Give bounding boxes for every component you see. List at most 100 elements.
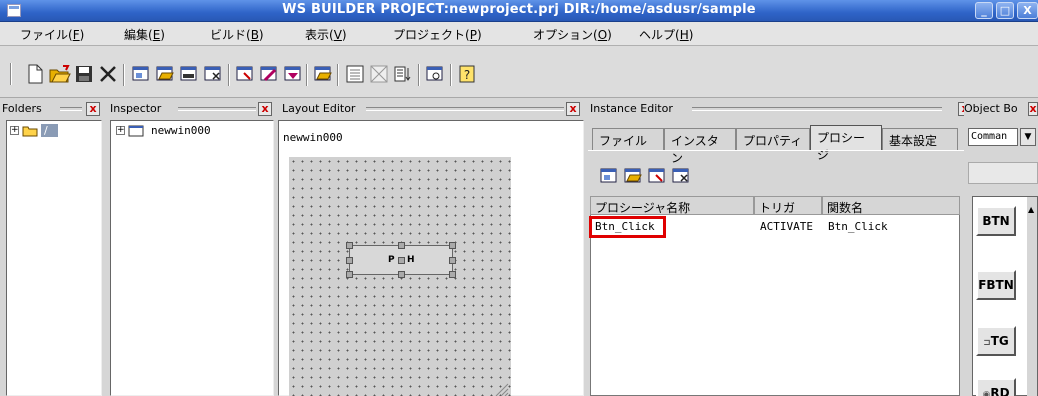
object-button-fbtn[interactable]: FBTN (976, 270, 1016, 300)
toolbar-separator (123, 64, 125, 86)
design-canvas[interactable]: P H (289, 157, 511, 396)
column-header-procedure-name[interactable]: プロシージャ名称 (590, 196, 754, 215)
tree-node-window[interactable]: + newwin000 (116, 124, 211, 137)
widget-label-2: H (407, 255, 415, 265)
resize-handle[interactable] (346, 271, 353, 278)
edit-procedure-icon[interactable] (646, 165, 668, 187)
layout-editor-title: Layout Editor (282, 102, 359, 115)
column-header-function[interactable]: 関数名 (822, 196, 960, 215)
open-folder-icon[interactable] (49, 63, 71, 85)
minimize-button[interactable]: _ (975, 2, 993, 19)
menu-file[interactable]: ファイル(F) (20, 26, 84, 43)
expand-icon[interactable]: + (10, 126, 19, 135)
menu-help[interactable]: ヘルプ(H) (639, 26, 693, 43)
instance-editor-title: Instance Editor (590, 102, 676, 115)
folder-select-icon[interactable] (312, 63, 334, 85)
trigger-cell: ACTIVATE (760, 220, 813, 233)
toolbar-separator (418, 64, 420, 86)
title-bar: WS BUILDER PROJECT:newproject.prj DIR:/h… (0, 0, 1038, 22)
resize-handle[interactable] (398, 257, 405, 264)
widget-label: P (388, 255, 395, 265)
resize-handle[interactable] (398, 271, 405, 278)
table-row[interactable]: Btn_Click ACTIVATE Btn_Click (589, 215, 960, 238)
layout-editor-close-icon[interactable]: x (566, 102, 580, 116)
tab-file[interactable]: ファイル (592, 128, 664, 150)
tree-node-root[interactable]: + / (10, 124, 58, 137)
layout-editor-header: Layout Editor x (276, 100, 584, 118)
menu-view[interactable]: 表示(V) (305, 26, 347, 43)
svg-text:?: ? (464, 68, 470, 82)
inspector-panel: Inspector x + newwin000 (104, 100, 276, 396)
tab-instance[interactable]: インスタン (664, 128, 736, 165)
window-select-icon[interactable] (202, 63, 224, 85)
object-box-close-icon[interactable]: x (1028, 102, 1038, 116)
open-procedure-icon[interactable] (622, 165, 644, 187)
grid-icon[interactable] (368, 63, 390, 85)
preview-icon[interactable] (424, 63, 446, 85)
selected-button-widget[interactable]: P H (346, 242, 456, 278)
menu-project[interactable]: プロジェクト(P) (393, 26, 482, 43)
resize-handle[interactable] (449, 257, 456, 264)
resize-handle[interactable] (449, 271, 456, 278)
resize-handle[interactable] (346, 257, 353, 264)
folder-icon (22, 126, 38, 136)
calendar-icon[interactable] (344, 63, 366, 85)
toolbar-separator (306, 64, 308, 86)
tab-basic-settings[interactable]: 基本設定 (882, 128, 958, 150)
resize-grip-icon[interactable] (493, 381, 509, 396)
category-select[interactable]: Comman (968, 128, 1018, 146)
object-box-panel: Object Bo x Comman ▼ ▲ BTN FBTN ⊐TG ◉RD (964, 100, 1038, 396)
object-button-tg[interactable]: ⊐TG (976, 326, 1016, 356)
panel-rule (366, 107, 564, 111)
close-button[interactable]: X (1017, 2, 1038, 19)
menu-edit[interactable]: 編集(E) (124, 26, 165, 43)
toolbar-separator (450, 64, 452, 86)
new-window-icon[interactable] (130, 63, 152, 85)
object-button-btn[interactable]: BTN (976, 206, 1016, 236)
chevron-down-icon[interactable]: ▼ (1020, 128, 1036, 146)
tab-properties[interactable]: プロパティ (736, 128, 810, 150)
inspector-close-icon[interactable]: x (258, 102, 272, 116)
panel-rule (60, 107, 82, 111)
folders-panel-header: Folders x (0, 100, 104, 118)
object-box-title: Object Bo (964, 102, 1021, 115)
panel-rule (178, 107, 256, 111)
list-sort-icon[interactable] (392, 63, 414, 85)
window-icon[interactable] (178, 63, 200, 85)
tab-procedure[interactable]: プロシージ (810, 125, 882, 162)
folders-tree[interactable]: + / (6, 120, 102, 396)
delete-procedure-icon[interactable] (670, 165, 692, 187)
object-button-rd[interactable]: ◉RD (976, 378, 1016, 396)
help-icon[interactable]: ? (456, 63, 478, 85)
toolbar: ? (0, 46, 1038, 98)
open-window-icon[interactable] (154, 63, 176, 85)
delete-icon[interactable] (97, 63, 119, 85)
expand-icon[interactable]: + (116, 126, 125, 135)
add-procedure-icon[interactable] (598, 165, 620, 187)
new-file-icon[interactable] (24, 63, 46, 85)
maximize-button[interactable]: □ (996, 2, 1014, 19)
object-label-tg: TG (990, 334, 1009, 348)
tree-node-label: / (41, 124, 58, 137)
object-search-field[interactable] (968, 162, 1038, 184)
folders-close-icon[interactable]: x (86, 102, 100, 116)
scroll-up-icon[interactable]: ▲ (1028, 205, 1034, 214)
window-title: WS BUILDER PROJECT:newproject.prj DIR:/h… (282, 2, 756, 17)
menu-options[interactable]: オプション(O) (533, 26, 612, 43)
function-cell: Btn_Click (828, 220, 888, 233)
scrollbar[interactable]: ▲ (1027, 197, 1037, 396)
window-icon (128, 125, 144, 136)
toggle-icon: ⊐ (983, 338, 991, 348)
resize-handle[interactable] (398, 242, 405, 249)
inspector-tree[interactable]: + newwin000 (110, 120, 274, 396)
save-icon[interactable] (73, 63, 95, 85)
wizard-icon[interactable] (258, 63, 280, 85)
menu-build[interactable]: ビルド(B) (210, 26, 264, 43)
window-list-icon[interactable] (234, 63, 256, 85)
build-icon[interactable] (282, 63, 304, 85)
resize-handle[interactable] (449, 242, 456, 249)
menu-bar: ファイル(F) 編集(E) ビルド(B) 表示(V) プロジェクト(P) オプシ… (0, 22, 1038, 46)
column-header-trigger[interactable]: トリガ (754, 196, 822, 215)
panel-rule (692, 107, 942, 111)
resize-handle[interactable] (346, 242, 353, 249)
